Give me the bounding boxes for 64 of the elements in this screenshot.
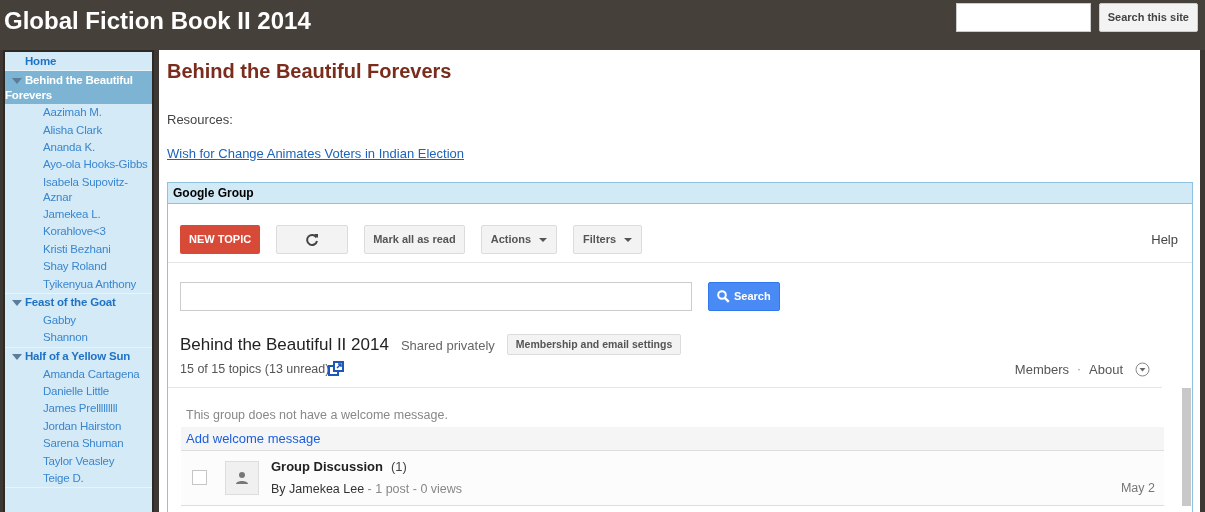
topic-count: 15 of 15 topics (13 unread) — [180, 360, 330, 378]
sidebar-item[interactable]: James Prelllllllll — [5, 400, 152, 418]
new-topic-button[interactable]: NEW TOPIC — [180, 225, 261, 254]
caret-icon — [539, 237, 548, 242]
topic-author: By Jamekea Lee — [271, 480, 365, 498]
help-link[interactable]: Help — [1151, 229, 1178, 250]
sidebar-item[interactable]: Jamekea L. — [5, 205, 152, 224]
sidebar-item[interactable]: Amanda Cartagena — [5, 365, 152, 383]
scrollbar[interactable] — [1182, 388, 1191, 506]
site-search-field[interactable] — [955, 3, 1091, 32]
sidebar-item[interactable]: Tyikenyua Anthony — [5, 275, 152, 293]
refresh-button[interactable] — [276, 225, 349, 254]
article-link[interactable]: Wish for Change Animates Voters in Indian Election — [167, 143, 464, 163]
sidebar-item[interactable]: Jordan Hairston — [5, 417, 152, 435]
sidebar-item[interactable]: Taylor Veasley — [5, 452, 152, 470]
sidebar-item[interactable]: Ayo-ola Hooks-Gibbs — [5, 156, 152, 174]
group-name: Behind the Beautiful II 2014 — [180, 334, 389, 356]
caret-icon[interactable] — [11, 76, 23, 85]
page-title: Behind the Beautiful Forevers — [167, 59, 453, 83]
sidebar-item[interactable]: Shay Roland — [5, 258, 152, 276]
sidebar-item[interactable]: Kristi Bezhani — [5, 240, 152, 258]
topic-title[interactable]: Group Discussion — [271, 457, 383, 477]
sidebar-item[interactable]: Home — [5, 52, 152, 70]
refresh-icon — [305, 232, 320, 247]
search-site-button[interactable]: Search this site — [1098, 3, 1198, 32]
sidebar-item[interactable]: Ananda K. — [5, 138, 152, 157]
membership-button[interactable]: Membership and email settings — [506, 334, 682, 356]
site-title: Global Fiction Book II 2014 — [4, 6, 311, 36]
dropdown-icon[interactable] — [1135, 361, 1150, 377]
sidebar-item[interactable]: Korahlove<3 — [5, 223, 152, 241]
avatar-icon — [225, 460, 259, 495]
sidebar-item[interactable]: Teige D. — [5, 469, 152, 488]
resources-label: Resources: — [167, 111, 234, 129]
sidebar-item[interactable]: Shannon — [5, 329, 152, 347]
search-button[interactable]: Search — [708, 282, 780, 311]
sidebar-item[interactable]: Gabby — [5, 311, 152, 330]
search-icon — [717, 290, 730, 303]
topic-date: May 2 — [1120, 480, 1155, 498]
sidebar-item[interactable]: Alisha Clark — [5, 121, 152, 139]
sidebar-item[interactable]: Behind the Beautiful Forevers — [5, 71, 152, 104]
mark-read-button[interactable]: Mark all as read — [364, 225, 465, 254]
caret-icon[interactable] — [11, 353, 23, 361]
sidebar-item[interactable]: Danielle Little — [5, 382, 152, 401]
post-count: (1) — [390, 458, 407, 477]
group-search-field[interactable] — [180, 282, 692, 311]
add-welcome-link[interactable]: Add welcome message — [186, 428, 321, 448]
caret-icon — [624, 237, 633, 242]
welcome-notice: This group does not have a welcome message. — [185, 407, 449, 424]
sidebar-item[interactable]: Sarena Shuman — [5, 435, 152, 453]
sidebar-item[interactable]: Isabela Supovitz-Aznar — [5, 173, 152, 206]
panel-title: Google Group — [173, 185, 254, 202]
about-link[interactable]: About — [1089, 359, 1123, 379]
sharing-status: Shared privately — [400, 337, 495, 355]
dropdown-button[interactable]: Actions — [480, 225, 558, 254]
dropdown-button[interactable]: Filters — [573, 225, 643, 254]
sidebar-item[interactable]: Aazimah M. — [5, 104, 152, 122]
separator-dot: · — [1077, 361, 1081, 379]
popout-icon[interactable] — [328, 361, 345, 378]
sidebar-item[interactable]: Feast of the Goat — [5, 293, 152, 312]
sidebar-item[interactable]: Half of a Yellow Sun — [5, 347, 152, 366]
topic-checkbox[interactable] — [192, 470, 207, 486]
caret-icon[interactable] — [11, 299, 23, 308]
members-link[interactable]: Members — [1014, 359, 1069, 379]
topic-stats: - 1 post - 0 views — [366, 480, 463, 498]
